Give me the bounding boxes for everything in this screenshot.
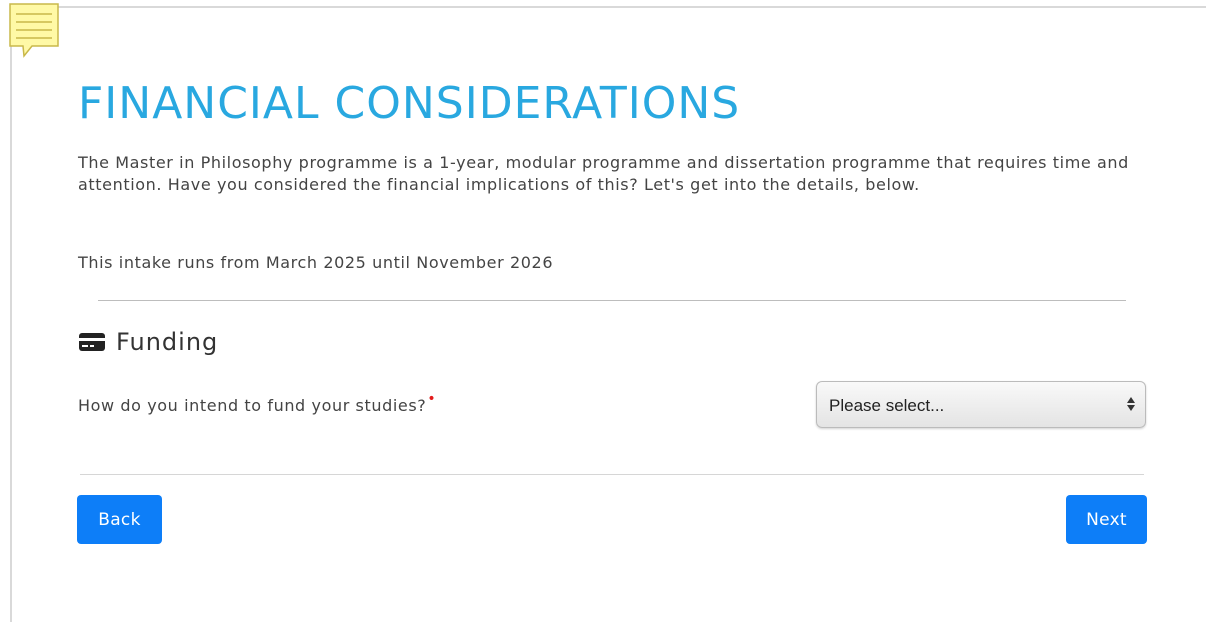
intro-text: The Master in Philosophy programme is a … <box>78 153 1129 194</box>
required-marker: • <box>427 391 437 407</box>
funding-select-value: Please select... <box>829 396 945 415</box>
select-arrows-icon <box>1127 397 1135 411</box>
sticky-note-icon[interactable] <box>8 2 62 58</box>
page-title: FINANCIAL CONSIDERATIONS <box>78 78 741 129</box>
section-divider <box>98 300 1126 301</box>
footer-divider <box>80 474 1144 475</box>
frame-left-border <box>10 6 12 622</box>
back-button[interactable]: Back <box>77 495 162 544</box>
credit-card-icon <box>79 333 105 351</box>
funding-heading: Funding <box>78 326 218 358</box>
frame-top-border <box>10 6 1206 8</box>
next-button[interactable]: Next <box>1066 495 1147 544</box>
funding-select[interactable]: Please select... <box>816 381 1146 428</box>
funding-label: Funding <box>116 328 219 356</box>
intake-text: This intake runs from March 2025 until N… <box>78 253 554 272</box>
funding-question: How do you intend to fund your studies?• <box>78 391 436 415</box>
funding-question-text: How do you intend to fund your studies? <box>78 396 427 415</box>
